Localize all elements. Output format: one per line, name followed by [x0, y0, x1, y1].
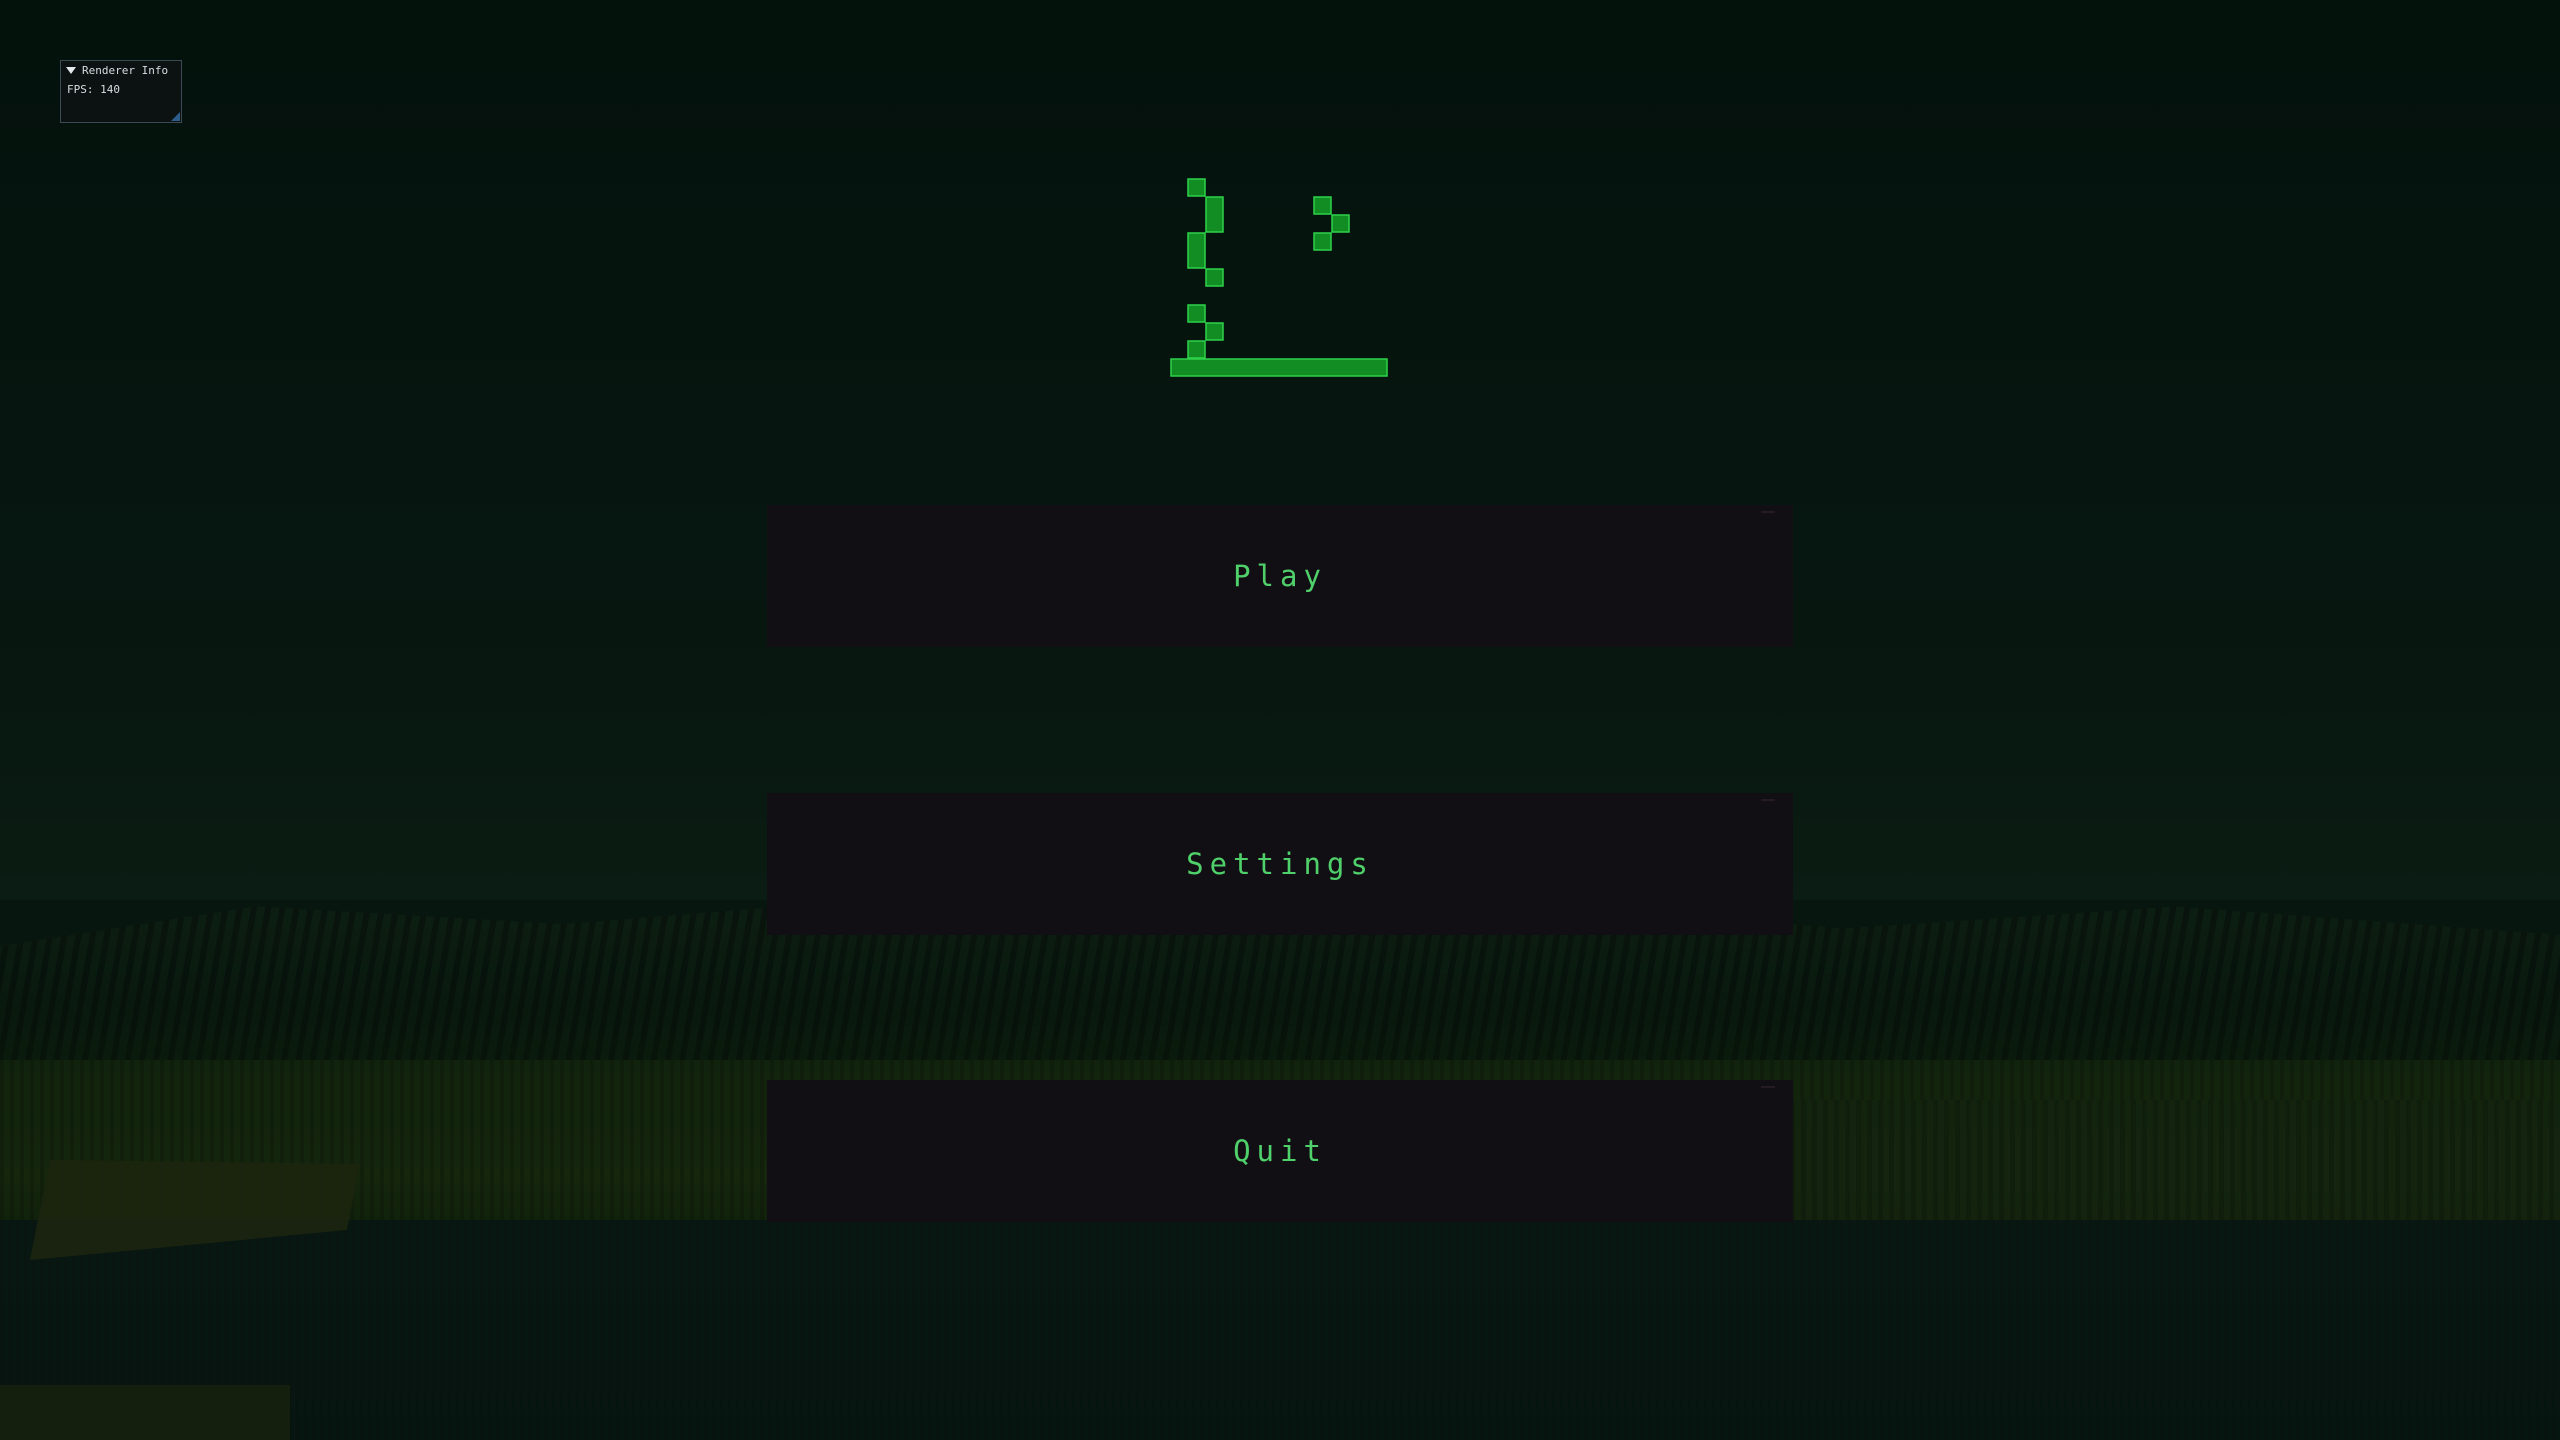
logo-pixel	[1187, 232, 1206, 269]
renderer-info-title: Renderer Info	[82, 63, 169, 77]
play-button-label: Play	[1233, 559, 1327, 593]
logo-pixel	[1205, 322, 1224, 341]
play-button[interactable]: Play	[767, 505, 1793, 647]
logo-base-bar	[1170, 358, 1388, 377]
logo-pixel	[1205, 268, 1224, 287]
logo-pixel	[1187, 304, 1206, 323]
logo-pixel	[1313, 232, 1332, 251]
quit-button-label: Quit	[1233, 1134, 1327, 1168]
triangle-down-icon[interactable]	[66, 66, 76, 74]
resize-grip-icon[interactable]	[171, 112, 180, 121]
renderer-info-body: FPS: 140	[61, 79, 181, 100]
main-menu-screen: Renderer Info FPS: 140 Play Settings Qui…	[0, 0, 2560, 1440]
logo-pixel	[1331, 214, 1350, 233]
logo-pixel	[1187, 178, 1206, 197]
renderer-info-titlebar[interactable]: Renderer Info	[61, 61, 181, 79]
logo-pixel	[1313, 196, 1332, 215]
pixel-logo-icon	[1170, 178, 1388, 377]
settings-button-label: Settings	[1186, 847, 1374, 881]
settings-button[interactable]: Settings	[767, 793, 1793, 935]
fps-readout: FPS: 140	[67, 83, 120, 96]
renderer-info-window[interactable]: Renderer Info FPS: 140	[60, 60, 182, 123]
logo-pixel	[1187, 340, 1206, 359]
quit-button[interactable]: Quit	[767, 1080, 1793, 1222]
logo-pixel	[1205, 196, 1224, 233]
